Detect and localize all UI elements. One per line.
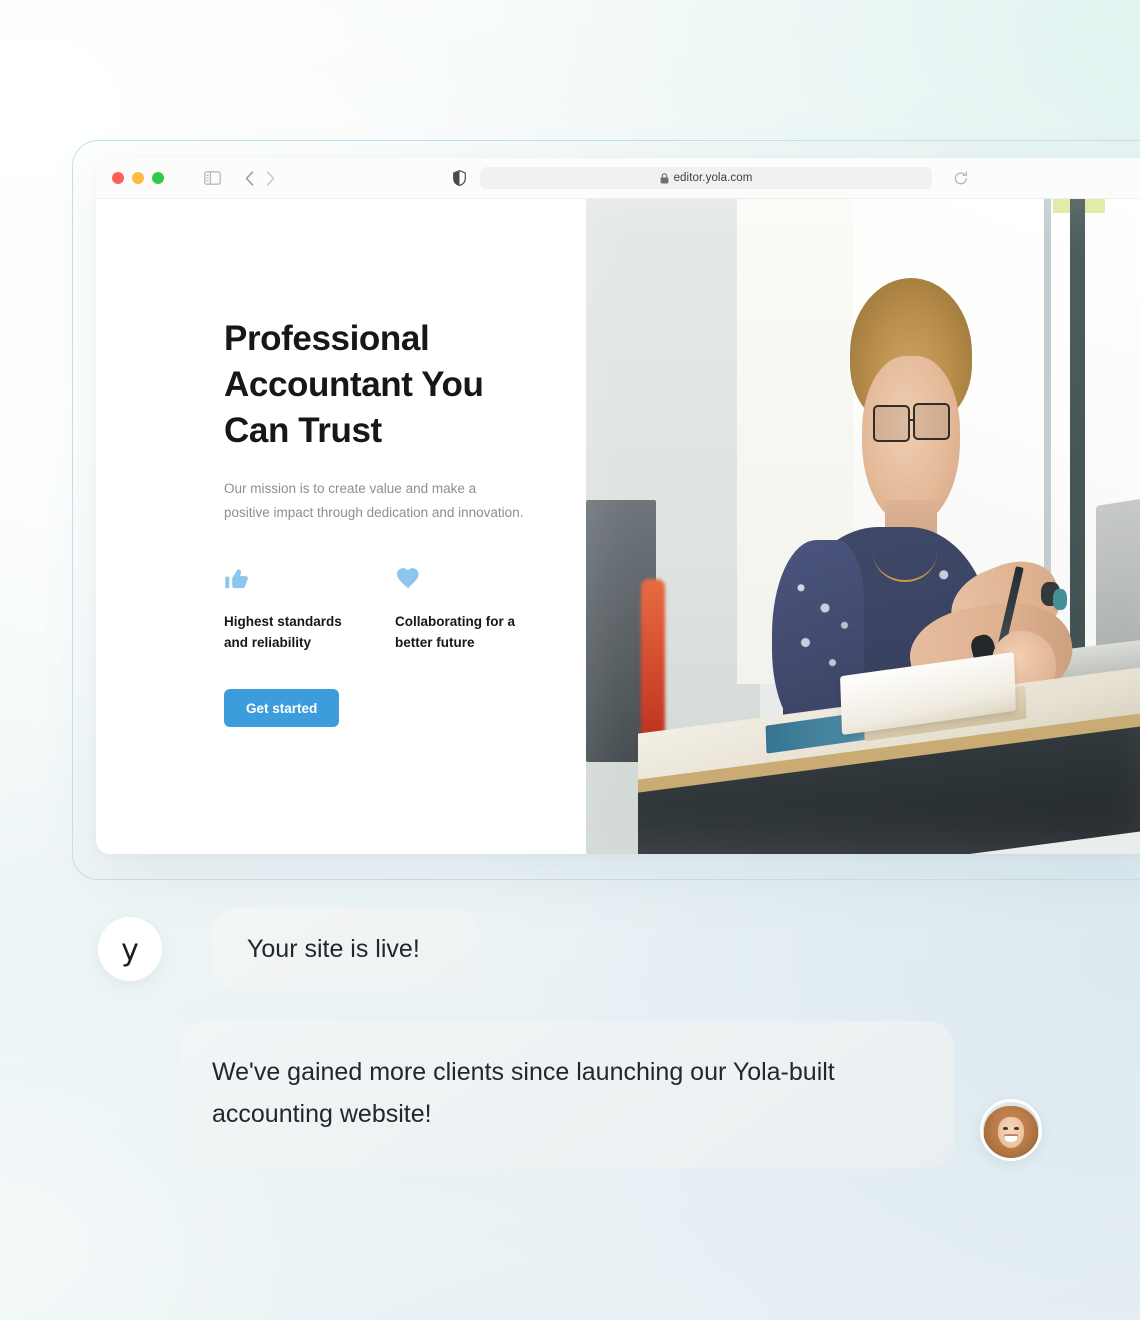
browser-toolbar: editor.yola.com xyxy=(96,158,1140,199)
window-controls xyxy=(112,172,164,184)
chevron-left-icon[interactable] xyxy=(245,170,254,186)
url-text: editor.yola.com xyxy=(673,172,753,184)
maximize-button[interactable] xyxy=(152,172,164,184)
yola-logo-avatar: y xyxy=(98,917,162,981)
chat-bubble-text: We've gained more clients since launchin… xyxy=(212,1058,835,1128)
lock-icon xyxy=(660,172,669,184)
feature-list: Highest standards and reliability Collab… xyxy=(224,565,524,653)
feature-label: Collaborating for a better future xyxy=(395,614,516,650)
chat-bubble-testimonial: We've gained more clients since launchin… xyxy=(180,1021,954,1169)
shield-icon[interactable] xyxy=(453,170,466,186)
feature-label: Highest standards and reliability xyxy=(224,614,342,650)
minimize-button[interactable] xyxy=(132,172,144,184)
url-bar[interactable]: editor.yola.com xyxy=(480,167,932,189)
photo-overlay xyxy=(586,199,1140,854)
site-preview-canvas: Professional Accountant You Can Trust Ou… xyxy=(96,199,1140,854)
chevron-right-icon[interactable] xyxy=(266,170,275,186)
page-title: Professional Accountant You Can Trust xyxy=(224,319,484,450)
chat-message-2: We've gained more clients since launchin… xyxy=(180,1021,1042,1169)
chat-message-1: y Your site is live! xyxy=(98,908,479,990)
hero-photo: Accountant writing in a notebook at a st… xyxy=(586,199,1140,854)
feature-item-standards: Highest standards and reliability xyxy=(224,565,353,653)
close-button[interactable] xyxy=(112,172,124,184)
chat-bubble-text: Your site is live! xyxy=(247,935,420,963)
browser-window: editor.yola.com Professional Accountant … xyxy=(96,158,1140,854)
reload-icon[interactable] xyxy=(954,170,968,186)
hero-left-column: Professional Accountant You Can Trust Ou… xyxy=(96,199,586,854)
client-avatar: Smiling client with wavy auburn hair xyxy=(980,1099,1042,1161)
feature-item-collaboration: Collaborating for a better future xyxy=(395,565,524,653)
get-started-button[interactable]: Get started xyxy=(224,689,340,727)
avatar-eye-left xyxy=(1002,1127,1008,1130)
heart-icon xyxy=(395,565,524,595)
hero-copy: Professional Accountant You Can Trust Ou… xyxy=(224,316,524,727)
yola-logo-letter: y xyxy=(121,933,139,968)
avatar-face xyxy=(997,1116,1025,1148)
thumbs-up-icon xyxy=(224,565,353,595)
chat-bubble-site-live: Your site is live! xyxy=(211,908,479,990)
hero-subtext: Our mission is to create value and make … xyxy=(224,481,524,520)
sidebar-icon[interactable] xyxy=(204,171,221,185)
